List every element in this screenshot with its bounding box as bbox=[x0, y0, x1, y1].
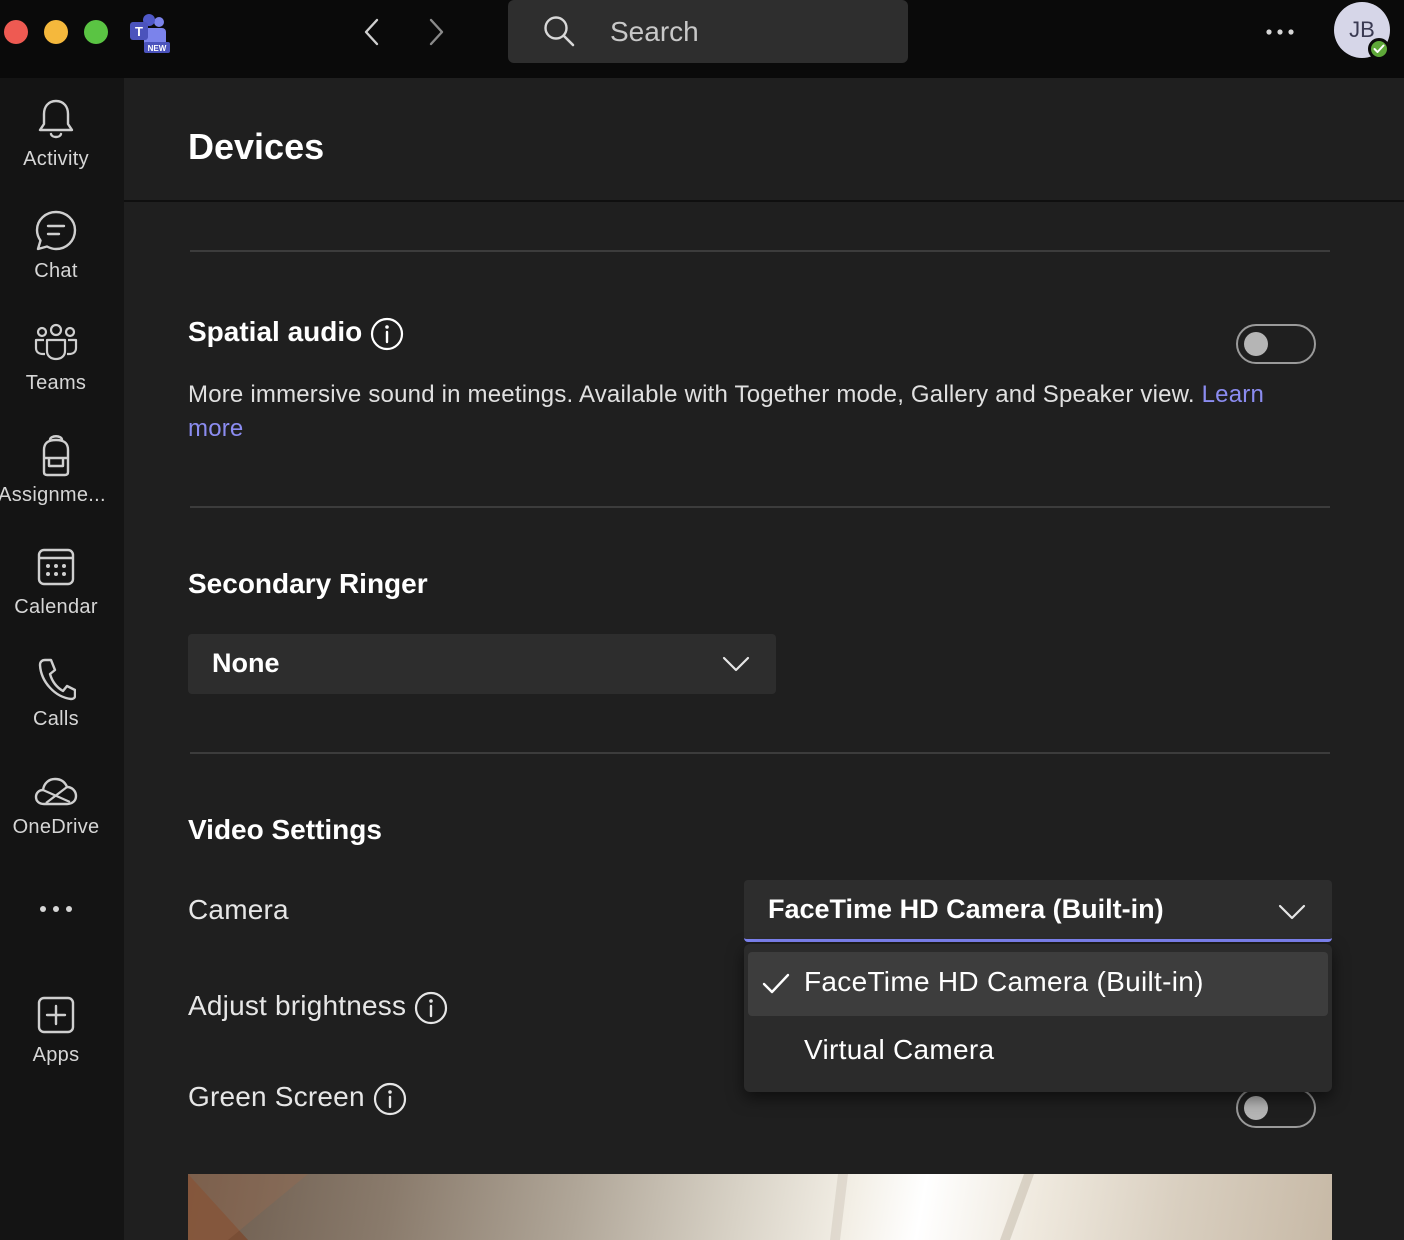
learn-more-link[interactable]: Learn bbox=[1202, 381, 1264, 408]
brightness-text: Adjust brightness bbox=[188, 990, 407, 1021]
bell-icon bbox=[33, 96, 79, 142]
rail-label: Chat bbox=[34, 260, 78, 282]
rail-label: Calls bbox=[33, 708, 79, 730]
rail-label: Teams bbox=[25, 372, 87, 394]
info-icon[interactable] bbox=[370, 317, 404, 351]
rail-item-assignments[interactable]: Assignme... bbox=[0, 414, 112, 514]
backpack-icon bbox=[33, 432, 79, 478]
teams-icon bbox=[33, 320, 79, 366]
camera-option[interactable]: Virtual Camera bbox=[748, 1020, 1328, 1084]
rail-label: Calendar bbox=[14, 596, 98, 618]
preview-image bbox=[188, 1174, 1034, 1240]
search-placeholder: Search bbox=[610, 16, 699, 47]
chevron-down-icon bbox=[722, 656, 750, 672]
add-app-icon bbox=[33, 992, 79, 1038]
cloud-icon bbox=[33, 768, 79, 814]
title-bar: T NEW Search JB bbox=[0, 0, 1404, 78]
window-minimize-button[interactable] bbox=[44, 20, 68, 44]
rail-item-calendar[interactable]: Calendar bbox=[0, 526, 112, 626]
forward-button[interactable] bbox=[418, 14, 454, 50]
checkmark-icon bbox=[762, 973, 790, 994]
presence-available-icon bbox=[1368, 38, 1390, 60]
window-close-button[interactable] bbox=[4, 20, 28, 44]
rail-label: Assignme... bbox=[0, 484, 106, 506]
spatial-audio-title: Spatial audio bbox=[188, 316, 363, 347]
video-settings-heading: Video Settings bbox=[188, 814, 382, 845]
chevron-right-icon bbox=[429, 18, 444, 46]
divider bbox=[190, 752, 1330, 754]
divider bbox=[124, 200, 1404, 202]
chevron-down-icon bbox=[1278, 904, 1306, 920]
camera-option[interactable]: FaceTime HD Camera (Built-in) bbox=[748, 952, 1328, 1016]
camera-preview bbox=[188, 1174, 1332, 1240]
green-screen-text: Green Screen bbox=[188, 1081, 365, 1112]
rail-item-teams[interactable]: Teams bbox=[0, 302, 112, 402]
secondary-ringer-dropdown[interactable]: None bbox=[188, 634, 776, 694]
spatial-audio-heading: Spatial audio bbox=[188, 316, 404, 351]
green-screen-toggle[interactable] bbox=[1236, 1088, 1316, 1128]
rail-item-apps[interactable]: Apps bbox=[0, 974, 112, 1074]
rail-label: Apps bbox=[32, 1044, 80, 1066]
camera-option-label: FaceTime HD Camera (Built-in) bbox=[804, 966, 1204, 997]
camera-options-menu: FaceTime HD Camera (Built-in) Virtual Ca… bbox=[744, 944, 1332, 1092]
dropdown-value: None bbox=[212, 648, 280, 678]
phone-icon bbox=[33, 656, 79, 702]
camera-label: Camera bbox=[188, 894, 289, 925]
back-button[interactable] bbox=[354, 14, 390, 50]
search-box[interactable]: Search bbox=[508, 0, 908, 63]
rail-label: Activity bbox=[23, 148, 89, 170]
description-text: More immersive sound in meetings. Availa… bbox=[188, 381, 1195, 408]
learn-more-link[interactable]: more bbox=[188, 415, 243, 442]
svg-text:NEW: NEW bbox=[148, 44, 167, 53]
avatar-initials: JB bbox=[1349, 17, 1375, 42]
info-icon[interactable] bbox=[373, 1082, 407, 1116]
divider bbox=[190, 250, 1330, 252]
app-bar: Activity Chat Teams Assignme... Calendar… bbox=[0, 78, 124, 1240]
dropdown-value: FaceTime HD Camera (Built-in) bbox=[768, 894, 1164, 924]
rail-more-apps-button[interactable] bbox=[0, 868, 112, 938]
rail-label: OneDrive bbox=[12, 816, 100, 838]
more-options-button[interactable] bbox=[1262, 18, 1298, 46]
adjust-brightness-label: Adjust brightness bbox=[188, 990, 448, 1025]
secondary-ringer-heading: Secondary Ringer bbox=[188, 568, 428, 599]
window-maximize-button[interactable] bbox=[84, 20, 108, 44]
teams-logo-icon: T NEW bbox=[130, 14, 172, 54]
search-icon bbox=[544, 16, 575, 47]
rail-item-activity[interactable]: Activity bbox=[0, 78, 112, 178]
divider bbox=[190, 506, 1330, 508]
info-icon[interactable] bbox=[414, 991, 448, 1025]
chat-icon bbox=[33, 208, 79, 254]
more-icon bbox=[33, 886, 79, 932]
page-title: Devices bbox=[188, 126, 325, 167]
settings-content: Devices Spatial audio More immersive sou… bbox=[124, 78, 1404, 1240]
camera-option-label: Virtual Camera bbox=[804, 1034, 995, 1065]
spatial-audio-description: More immersive sound in meetings. Availa… bbox=[188, 378, 1318, 446]
rail-item-chat[interactable]: Chat bbox=[0, 190, 112, 290]
camera-dropdown[interactable]: FaceTime HD Camera (Built-in) bbox=[744, 880, 1332, 942]
green-screen-label: Green Screen bbox=[188, 1081, 407, 1116]
rail-item-onedrive[interactable]: OneDrive bbox=[0, 750, 112, 850]
toggle-knob bbox=[1244, 332, 1268, 356]
toggle-knob bbox=[1244, 1096, 1268, 1120]
rail-item-calls[interactable]: Calls bbox=[0, 638, 112, 738]
more-horizontal-icon bbox=[1266, 29, 1294, 35]
spatial-audio-toggle[interactable] bbox=[1236, 324, 1316, 364]
svg-text:T: T bbox=[135, 24, 143, 39]
chevron-left-icon bbox=[364, 18, 379, 46]
calendar-icon bbox=[33, 544, 79, 590]
